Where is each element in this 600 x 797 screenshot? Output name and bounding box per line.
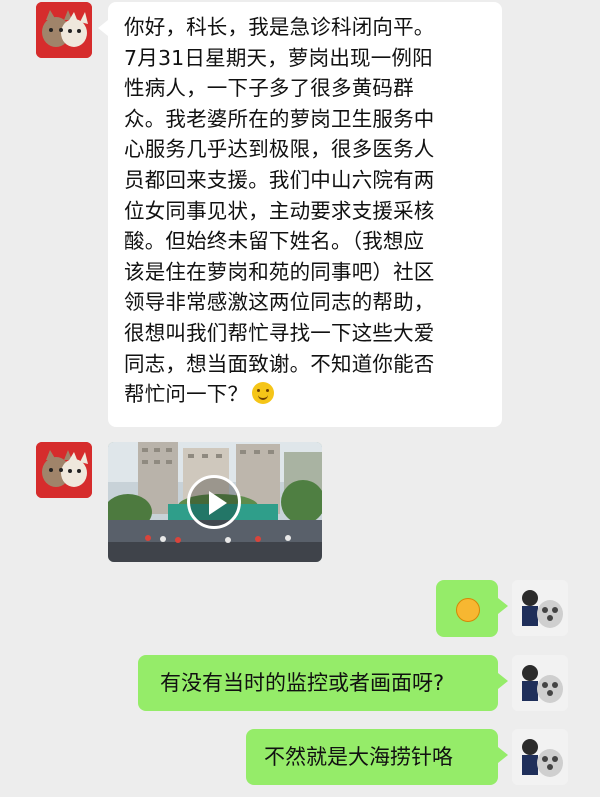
cat-avatar-icon (36, 2, 92, 58)
user-avatar[interactable] (512, 729, 568, 785)
play-icon[interactable] (187, 475, 241, 529)
incoming-message-bubble[interactable]: 你好，科长，我是急诊科闭向平。 7月31日星期天，萝岗出现一例阳 性病人，一下子… (98, 2, 502, 427)
outgoing-sticker-bubble[interactable] (436, 580, 508, 637)
child-avatar-icon (512, 729, 568, 785)
contact-avatar[interactable] (36, 442, 92, 498)
child-avatar-icon (512, 655, 568, 711)
message-text: 不然就是大海捞针咯 (264, 745, 453, 769)
contact-avatar[interactable] (36, 2, 92, 58)
message-text: 你好，科长，我是急诊科闭向平。 7月31日星期天，萝岗出现一例阳 性病人，一下子… (124, 15, 435, 407)
user-avatar[interactable] (512, 580, 568, 636)
outgoing-message-bubble[interactable]: 有没有当时的监控或者画面呀? (138, 655, 508, 711)
user-avatar[interactable] (512, 655, 568, 711)
message-text: 有没有当时的监控或者画面呀? (160, 671, 445, 695)
child-avatar-icon (512, 580, 568, 636)
smile-icon (252, 382, 275, 405)
fist-bump-icon (456, 598, 480, 622)
cat-avatar-icon (36, 442, 92, 498)
outgoing-message-bubble[interactable]: 不然就是大海捞针咯 (246, 729, 508, 785)
